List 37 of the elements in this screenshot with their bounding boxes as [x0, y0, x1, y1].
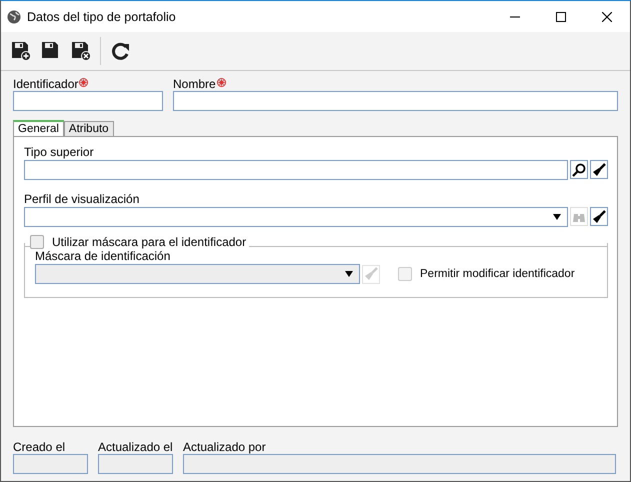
field-label: Identificador [13, 77, 78, 91]
field-label: Actualizado por [183, 440, 267, 454]
window-title: Datos del tipo de portafolio [27, 10, 177, 24]
clear-button[interactable] [590, 160, 608, 179]
search-button[interactable] [570, 160, 588, 179]
dropdown-arrow-icon [553, 214, 561, 220]
checkbox[interactable] [30, 235, 44, 249]
field-label: Nombre [173, 77, 216, 91]
brush-icon [592, 210, 606, 224]
field-label: Perfil de visualización [24, 192, 140, 206]
checkbox-label: Utilizar máscara para el identificador [52, 235, 246, 249]
tab[interactable]: General [13, 120, 64, 136]
input-field[interactable] [13, 454, 88, 474]
brush-icon [364, 267, 378, 281]
search-icon [572, 162, 586, 176]
maximize-icon[interactable] [556, 12, 566, 22]
brush-icon [592, 162, 606, 176]
close-icon[interactable] [602, 12, 612, 22]
input-field[interactable] [24, 160, 568, 180]
globe-icon [7, 10, 21, 24]
clear-button[interactable] [590, 207, 608, 226]
tab[interactable]: Atributo [64, 121, 114, 136]
field-label: Creado el [13, 440, 66, 454]
save-close-icon[interactable] [71, 41, 91, 61]
input-field[interactable] [98, 454, 173, 474]
save-icon[interactable] [41, 41, 61, 61]
field-label: Actualizado el [98, 440, 173, 454]
field-label: Tipo superior [24, 145, 95, 159]
field-label: Máscara de identificación [35, 249, 172, 263]
dropdown[interactable] [24, 207, 568, 227]
input-field[interactable] [173, 91, 618, 111]
dropdown-arrow-icon [345, 271, 353, 277]
checkbox-label: Permitir modificar identificador [420, 268, 575, 280]
refresh-icon[interactable] [111, 41, 131, 61]
input-field[interactable] [13, 91, 163, 111]
save-new-icon[interactable] [11, 41, 31, 61]
input-field[interactable] [183, 454, 616, 474]
